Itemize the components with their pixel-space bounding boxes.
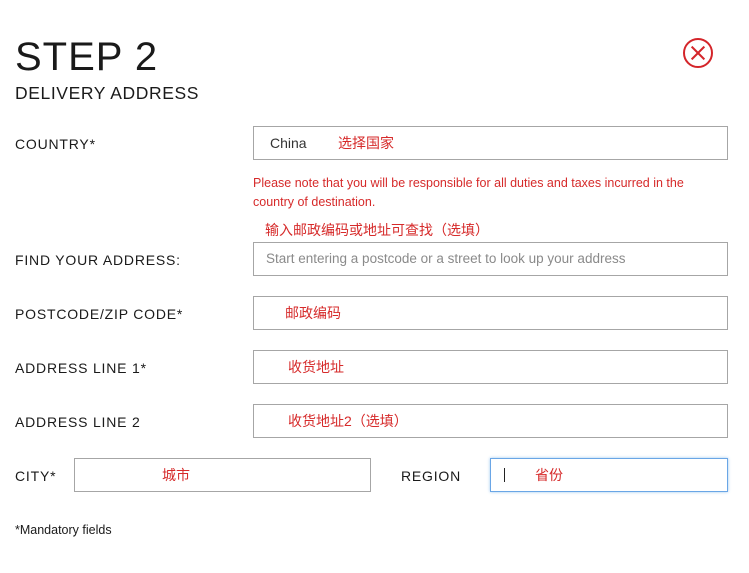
address-line-2-input[interactable]: 收货地址2（选填） (253, 404, 728, 438)
postcode-input[interactable]: 邮政编码 (253, 296, 728, 330)
city-annotation: 城市 (162, 467, 190, 483)
mandatory-note: *Mandatory fields (15, 523, 112, 537)
find-address-label: FIND YOUR ADDRESS: (15, 252, 181, 268)
country-label: COUNTRY* (15, 136, 96, 152)
address-line-1-annotation: 收货地址 (288, 359, 344, 375)
region-input[interactable]: 省份 (490, 458, 728, 492)
country-annotation: 选择国家 (338, 135, 394, 151)
page-title: STEP 2 (15, 35, 159, 79)
city-label: CITY* (15, 468, 57, 484)
address-line-2-annotation: 收货地址2（选填） (288, 413, 408, 429)
find-address-annotation: 输入邮政编码或地址可查找（选填） (265, 222, 489, 238)
find-address-placeholder: Start entering a postcode or a street to… (266, 251, 626, 266)
postcode-annotation: 邮政编码 (285, 305, 341, 321)
text-caret (504, 468, 505, 482)
region-label: REGION (401, 468, 462, 484)
postcode-label: POSTCODE/ZIP CODE* (15, 306, 184, 322)
region-annotation: 省份 (535, 467, 563, 483)
close-icon[interactable] (683, 38, 713, 68)
page-subtitle: DELIVERY ADDRESS (15, 83, 200, 103)
country-select[interactable]: China 选择国家 (253, 126, 728, 160)
address-line-1-label: ADDRESS LINE 1* (15, 360, 147, 376)
find-address-input[interactable]: Start entering a postcode or a street to… (253, 242, 728, 276)
address-line-2-label: ADDRESS LINE 2 (15, 414, 141, 430)
duties-note: Please note that you will be responsible… (253, 176, 684, 209)
address-line-1-input[interactable]: 收货地址 (253, 350, 728, 384)
country-value: China (270, 135, 307, 151)
city-input[interactable]: 城市 (74, 458, 371, 492)
